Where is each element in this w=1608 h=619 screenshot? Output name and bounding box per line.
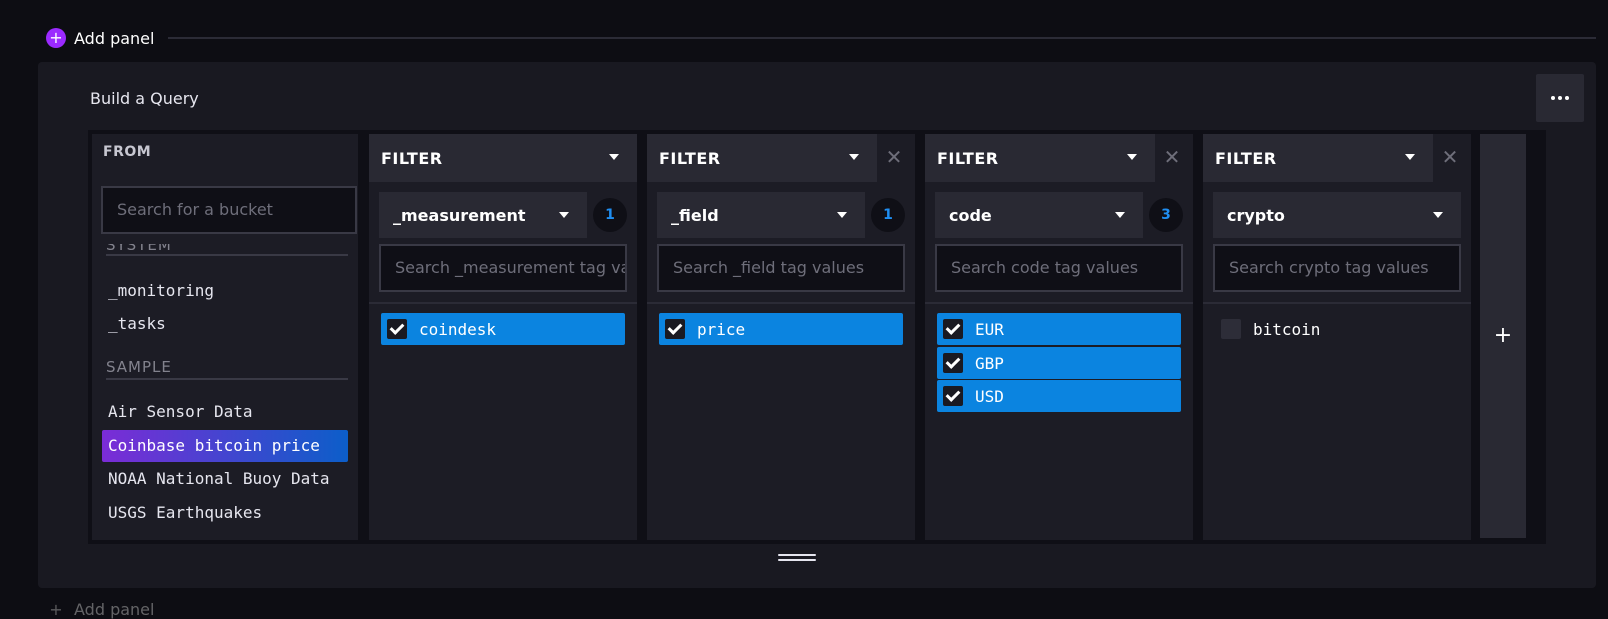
chevron-down-icon	[1405, 154, 1415, 160]
add-filter-button[interactable]: +	[1480, 134, 1526, 538]
tag-value-item[interactable]: EUR	[937, 313, 1181, 345]
filter-card-field: FILTER ✕ _field 1 Search _field tag valu…	[647, 134, 915, 540]
tag-value-item[interactable]: coindesk	[381, 313, 625, 345]
selected-count-badge: 3	[1149, 198, 1183, 232]
close-icon[interactable]: ✕	[885, 147, 903, 167]
selected-count-badge: 1	[593, 198, 627, 232]
filter-label: FILTER	[659, 148, 721, 168]
from-title: FROM	[103, 144, 152, 160]
filter-card-code: FILTER ✕ code 3 Search code tag values E…	[925, 134, 1193, 540]
filter-key-label: _field	[671, 205, 719, 225]
tag-search-input[interactable]: Search _field tag values	[657, 244, 905, 292]
chevron-down-icon	[1127, 154, 1137, 160]
close-icon[interactable]: ✕	[1163, 147, 1181, 167]
filter-card-crypto: FILTER ✕ crypto Search crypto tag values…	[1203, 134, 1471, 540]
add-panel-plus-icon[interactable]: +	[46, 600, 66, 619]
more-dot-icon	[1551, 96, 1555, 100]
filter-function-select[interactable]: FILTER	[647, 134, 877, 182]
chevron-down-icon	[1115, 212, 1125, 218]
resize-handle[interactable]	[778, 554, 816, 564]
more-dot-icon	[1565, 96, 1569, 100]
checkbox-checked-icon[interactable]	[943, 386, 963, 406]
tag-value-label: EUR	[975, 319, 1004, 339]
chevron-down-icon	[559, 212, 569, 218]
tag-search-input[interactable]: Search code tag values	[935, 244, 1183, 292]
tag-search-input[interactable]: Search _measurement tag values	[379, 244, 627, 292]
more-dot-icon	[1558, 96, 1562, 100]
bucket-item[interactable]: _tasks	[102, 308, 354, 340]
filter-label: FILTER	[1215, 148, 1277, 168]
tag-value-item[interactable]: bitcoin	[1215, 313, 1459, 345]
add-panel-row: + Add panel	[46, 27, 1596, 49]
grip-line	[778, 559, 816, 561]
bucket-list[interactable]: SYSTEM _monitoring _tasks SAMPLE Air Sen…	[92, 244, 358, 536]
checkbox-checked-icon[interactable]	[943, 319, 963, 339]
filter-key-select[interactable]: _measurement	[379, 192, 587, 238]
filter-function-select[interactable]: FILTER	[1203, 134, 1433, 182]
tag-value-item[interactable]: USD	[937, 380, 1181, 412]
filter-key-label: crypto	[1227, 205, 1285, 225]
from-card: FROM Search for a bucket SYSTEM _monitor…	[92, 134, 358, 540]
bucket-item[interactable]: NOAA National Buoy Data	[102, 463, 354, 495]
filter-function-select[interactable]: FILTER	[369, 134, 637, 182]
add-panel-plus-icon[interactable]: +	[46, 28, 66, 48]
filter-key-label: code	[949, 205, 992, 225]
filter-key-select[interactable]: code	[935, 192, 1143, 238]
divider	[647, 302, 915, 304]
add-panel-label[interactable]: Add panel	[74, 29, 154, 48]
bucket-search-input[interactable]: Search for a bucket	[101, 186, 357, 234]
divider	[369, 302, 637, 304]
bucket-group-sample: SAMPLE	[106, 358, 348, 380]
tag-value-item[interactable]: GBP	[937, 347, 1181, 379]
filter-function-select[interactable]: FILTER	[925, 134, 1155, 182]
bucket-item-selected[interactable]: Coinbase bitcoin price	[102, 430, 348, 462]
divider	[1203, 302, 1471, 304]
checkbox-checked-icon[interactable]	[387, 319, 407, 339]
bucket-item[interactable]: Air Sensor Data	[102, 396, 354, 428]
bucket-item[interactable]: USGS Earthquakes	[102, 497, 354, 529]
bucket-group-system: SYSTEM	[106, 244, 348, 256]
add-panel-label[interactable]: Add panel	[74, 600, 154, 619]
filter-key-select[interactable]: crypto	[1213, 192, 1461, 238]
tag-search-input[interactable]: Search crypto tag values	[1213, 244, 1461, 292]
add-panel-row-bottom: + Add panel	[46, 600, 154, 619]
grip-line	[778, 554, 816, 556]
checkbox-unchecked-icon[interactable]	[1221, 319, 1241, 339]
bucket-item[interactable]: _monitoring	[102, 275, 354, 307]
tag-value-label: price	[697, 319, 746, 339]
filter-key-label: _measurement	[393, 205, 526, 225]
close-icon[interactable]: ✕	[1441, 147, 1459, 167]
tag-value-label: coindesk	[419, 319, 497, 339]
filter-label: FILTER	[937, 148, 999, 168]
divider	[925, 302, 1193, 304]
tag-value-label: GBP	[975, 353, 1004, 373]
filter-label: FILTER	[381, 148, 443, 168]
checkbox-checked-icon[interactable]	[665, 319, 685, 339]
filter-card-measurement: FILTER _measurement 1 Search _measuremen…	[369, 134, 637, 540]
filter-key-select[interactable]: _field	[657, 192, 865, 238]
checkbox-checked-icon[interactable]	[943, 353, 963, 373]
selected-count-badge: 1	[871, 198, 905, 232]
tag-value-label: USD	[975, 386, 1004, 406]
tag-value-label: bitcoin	[1253, 319, 1321, 339]
chevron-down-icon	[1433, 212, 1443, 218]
add-panel-divider	[168, 37, 1596, 39]
chevron-down-icon	[849, 154, 859, 160]
more-options-button[interactable]	[1536, 74, 1584, 122]
panel-title: Build a Query	[90, 89, 199, 108]
chevron-down-icon	[609, 154, 619, 160]
chevron-down-icon	[837, 212, 847, 218]
tag-value-item[interactable]: price	[659, 313, 903, 345]
